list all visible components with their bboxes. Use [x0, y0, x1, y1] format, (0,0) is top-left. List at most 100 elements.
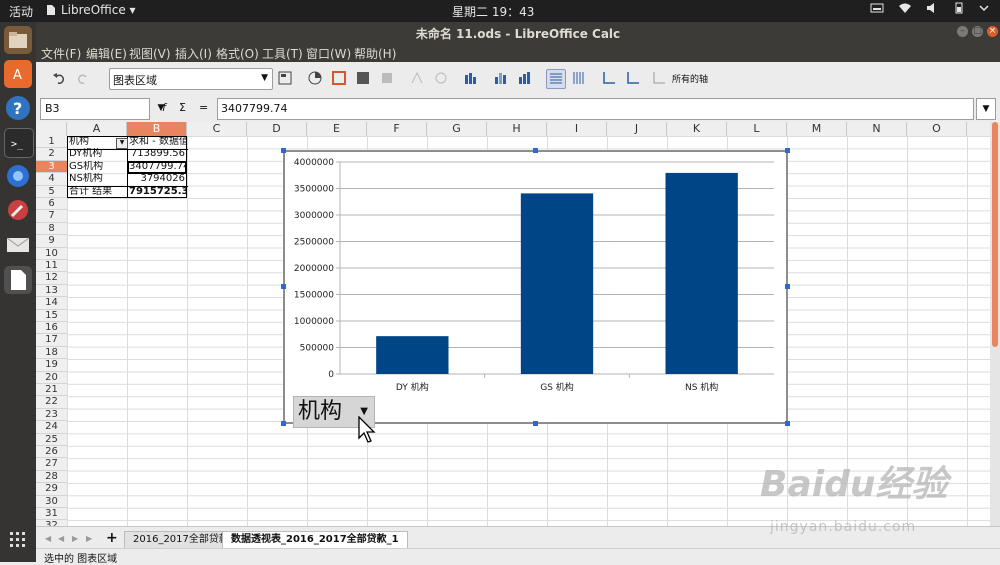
row-header-29[interactable]: 29 [36, 483, 67, 496]
chart-area-icon[interactable] [354, 69, 372, 87]
minimize-button[interactable]: – [957, 26, 968, 37]
pivot-row-value[interactable]: 3794026 [127, 173, 187, 185]
add-sheet-button[interactable]: + [106, 530, 118, 546]
row-header-27[interactable]: 27 [36, 458, 67, 471]
row-header-15[interactable]: 15 [36, 310, 67, 322]
row-header-5[interactable]: 5 [36, 186, 67, 198]
row-header-8[interactable]: 8 [36, 223, 67, 236]
all-axes-label[interactable]: 所有的轴 [672, 72, 708, 85]
selection-handle[interactable] [281, 148, 286, 153]
row-header-17[interactable]: 17 [36, 334, 67, 347]
data-table-icon[interactable] [462, 69, 480, 87]
next-sheet-button[interactable]: ▶ [72, 534, 78, 543]
row-header-26[interactable]: 26 [36, 446, 67, 459]
column-header-l[interactable]: L [727, 122, 787, 136]
row-header-4[interactable]: 4 [36, 173, 67, 186]
pivot-row-value[interactable]: 713899.56 [127, 148, 187, 160]
row-header-30[interactable]: 30 [36, 496, 67, 508]
row-header-16[interactable]: 16 [36, 322, 67, 335]
column-header-j[interactable]: J [607, 122, 667, 136]
window-title-bar[interactable]: 未命名 11.ods - LibreOffice Calc – □ × [36, 22, 1000, 42]
row-header-31[interactable]: 31 [36, 508, 67, 521]
y-axis-icon[interactable] [624, 69, 642, 87]
vertical-grids-icon[interactable] [570, 69, 588, 87]
chart-type-icon[interactable] [306, 69, 324, 87]
function-wizard-icon[interactable]: f [162, 101, 166, 114]
horizontal-grids-icon[interactable] [546, 69, 566, 89]
chart-canvas[interactable]: 0 500000 1000000 1500000 2000000 2500000 30000… [285, 152, 786, 422]
chart-wall-icon[interactable] [330, 69, 348, 87]
selection-handle[interactable] [281, 284, 286, 289]
formula-input[interactable]: 3407799.74 [217, 98, 974, 120]
pivot-row-label[interactable]: GS机构 [67, 161, 127, 173]
calc-document-icon[interactable] [4, 266, 32, 294]
column-header-f[interactable]: F [367, 122, 427, 136]
pivot-total-label[interactable]: 合计 结果 [67, 186, 127, 198]
row-header-7[interactable]: 7 [36, 210, 67, 223]
mail-icon[interactable] [4, 230, 32, 258]
column-header-h[interactable]: H [487, 122, 547, 136]
column-header-i[interactable]: I [547, 122, 607, 136]
vertical-scrollbar[interactable] [990, 122, 1000, 526]
menu-tools[interactable]: 工具(T) [262, 45, 303, 62]
data-ranges-icon[interactable] [492, 69, 510, 87]
first-sheet-button[interactable]: ◀ [45, 534, 51, 543]
undo-icon[interactable] [50, 69, 68, 87]
browser-icon[interactable] [4, 162, 32, 190]
row-header-9[interactable]: 9 [36, 235, 67, 248]
software-center-icon[interactable]: A [4, 60, 32, 88]
column-header-o[interactable]: O [907, 122, 967, 136]
name-box-dropdown[interactable]: ▼ [152, 98, 170, 118]
column-header-m[interactable]: M [787, 122, 847, 136]
close-button[interactable]: × [987, 26, 998, 37]
last-sheet-button[interactable]: ▶ [86, 534, 92, 543]
column-header-a[interactable]: A [67, 122, 127, 136]
selection-handle[interactable] [281, 421, 286, 426]
menu-format[interactable]: 格式(O) [216, 45, 259, 62]
pivot-chart[interactable]: 0 500000 1000000 1500000 2000000 2500000 30000… [283, 150, 788, 428]
row-header-18[interactable]: 18 [36, 347, 67, 360]
menu-edit[interactable]: 编辑(E) [86, 45, 127, 62]
selection-handle[interactable] [533, 421, 538, 426]
row-header-12[interactable]: 12 [36, 272, 67, 285]
activities-button[interactable]: 活动 [9, 3, 33, 20]
row-header-28[interactable]: 28 [36, 471, 67, 484]
system-tray[interactable] [870, 2, 990, 14]
terminal-icon[interactable]: >_ [4, 128, 34, 158]
row-header-24[interactable]: 24 [36, 421, 67, 434]
row-header-20[interactable]: 20 [36, 372, 67, 384]
sheet-tab[interactable]: 2016_2017全部贷款 [124, 531, 238, 549]
row-header-1[interactable]: 1 [36, 136, 67, 149]
data-series-icon[interactable] [516, 69, 534, 87]
row-header-14[interactable]: 14 [36, 297, 67, 310]
x-axis-icon[interactable] [600, 69, 618, 87]
pivot-row-label[interactable]: NS机构 [67, 173, 127, 185]
help-icon[interactable]: ? [4, 94, 32, 122]
3d-view-icon[interactable] [408, 69, 426, 87]
column-header-b[interactable]: B [127, 122, 187, 136]
pivot-row-label[interactable]: DY机构 [67, 148, 127, 160]
show-applications-icon[interactable] [4, 526, 32, 554]
row-header-23[interactable]: 23 [36, 409, 67, 422]
redo-icon[interactable] [74, 69, 92, 87]
app-menu[interactable]: LibreOffice ▾ [46, 3, 136, 17]
menu-insert[interactable]: 插入(I) [175, 45, 212, 62]
prev-sheet-button[interactable]: ◀ [58, 534, 64, 543]
menu-window[interactable]: 窗口(W) [306, 45, 351, 62]
row-header-6[interactable]: 6 [36, 198, 67, 211]
row-header-13[interactable]: 13 [36, 285, 67, 298]
column-header-d[interactable]: D [247, 122, 307, 136]
pivot-total-value[interactable]: 7915725.3 [127, 186, 187, 198]
selection-handle[interactable] [785, 148, 790, 153]
pivot-filter-dropdown-icon[interactable]: ▼ [116, 138, 128, 149]
chart-floor-icon[interactable] [378, 69, 396, 87]
select-all-corner[interactable] [36, 122, 67, 136]
row-header-25[interactable]: 25 [36, 434, 67, 446]
maximize-button[interactable]: □ [972, 26, 983, 37]
menu-help[interactable]: 帮助(H) [354, 45, 396, 62]
sum-icon[interactable]: Σ [179, 101, 186, 114]
column-header-c[interactable]: C [187, 122, 247, 136]
format-selection-icon[interactable] [276, 69, 294, 87]
menu-file[interactable]: 文件(F) [41, 45, 81, 62]
row-header-22[interactable]: 22 [36, 396, 67, 409]
